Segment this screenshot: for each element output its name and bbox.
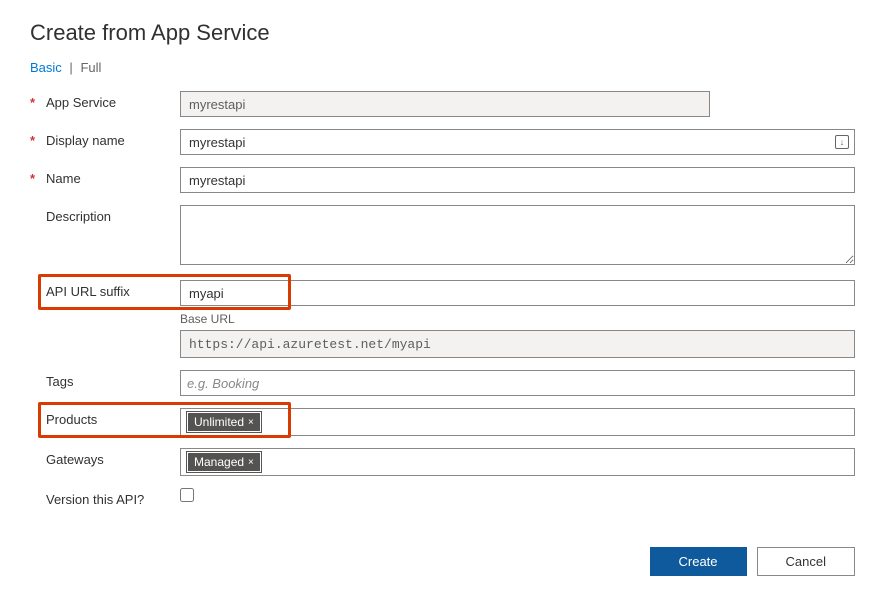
tags-input-wrap[interactable] [180, 370, 855, 396]
close-icon[interactable]: × [248, 457, 254, 468]
gateways-input-wrap[interactable]: Managed × [180, 448, 855, 476]
required-marker: * [30, 95, 38, 110]
base-url-input [180, 330, 855, 358]
row-tags: Tags [30, 370, 855, 396]
app-service-input[interactable] [180, 91, 710, 117]
label-tags: Tags [46, 374, 73, 389]
gateway-chip-label: Managed [194, 455, 244, 469]
required-marker: * [30, 133, 38, 148]
row-version-api: Version this API? [30, 488, 855, 507]
required-marker: * [30, 171, 38, 186]
label-api-url-suffix: API URL suffix [46, 284, 130, 299]
gateways-input[interactable] [265, 455, 848, 470]
row-name: * Name [30, 167, 855, 193]
button-bar: Create Cancel [30, 547, 855, 576]
tab-bar: Basic | Full [30, 60, 855, 75]
close-icon[interactable]: × [248, 417, 254, 428]
api-url-suffix-input[interactable] [180, 280, 855, 306]
label-app-service: App Service [46, 95, 116, 110]
row-description: Description [30, 205, 855, 268]
label-gateways: Gateways [46, 452, 104, 467]
display-name-input[interactable] [180, 129, 855, 155]
product-chip-label: Unlimited [194, 415, 244, 429]
row-app-service: * App Service [30, 91, 855, 117]
label-display-name: Display name [46, 133, 125, 148]
tags-input[interactable] [187, 376, 848, 391]
products-input-wrap[interactable]: Unlimited × [180, 408, 855, 436]
autofill-icon[interactable]: ↓ [835, 135, 849, 149]
version-api-checkbox[interactable] [180, 488, 194, 502]
cancel-button[interactable]: Cancel [757, 547, 855, 576]
tab-basic[interactable]: Basic [30, 60, 62, 75]
row-api-url-suffix: API URL suffix Base URL [30, 280, 855, 358]
label-description: Description [46, 209, 111, 224]
page-title: Create from App Service [30, 20, 855, 46]
label-version-api: Version this API? [46, 492, 144, 507]
create-button[interactable]: Create [650, 547, 747, 576]
label-products: Products [46, 412, 97, 427]
row-display-name: * Display name ↓ [30, 129, 855, 155]
product-chip[interactable]: Unlimited × [187, 412, 261, 432]
description-textarea[interactable] [180, 205, 855, 265]
label-base-url: Base URL [180, 312, 855, 326]
products-input[interactable] [265, 415, 848, 430]
tab-separator: | [69, 60, 72, 75]
name-input[interactable] [180, 167, 855, 193]
row-products: Products Unlimited × [30, 408, 855, 436]
row-gateways: Gateways Managed × [30, 448, 855, 476]
gateway-chip[interactable]: Managed × [187, 452, 261, 472]
tab-full[interactable]: Full [80, 60, 101, 75]
label-name: Name [46, 171, 81, 186]
